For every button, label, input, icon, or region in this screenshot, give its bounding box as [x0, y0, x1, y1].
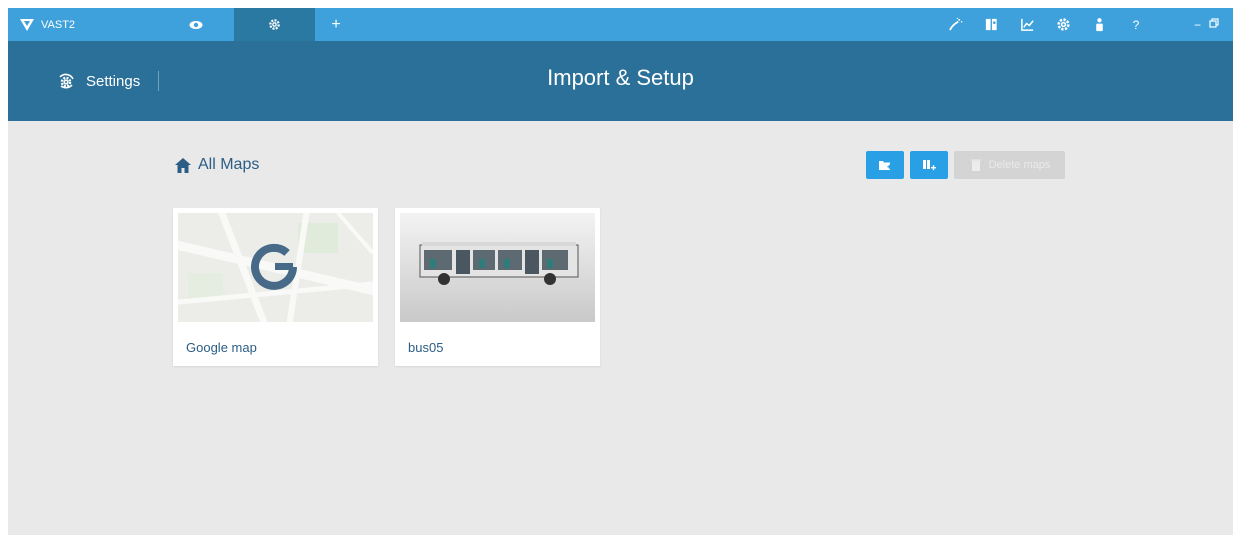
trash-icon	[970, 159, 981, 171]
all-maps-breadcrumb[interactable]: All Maps	[175, 156, 259, 174]
toolbar: ? −	[938, 8, 1233, 41]
map-card-google[interactable]: Google map	[173, 208, 378, 366]
user-button[interactable]	[1082, 8, 1118, 41]
bus05-thumbnail	[400, 213, 595, 322]
gear-icon	[1057, 18, 1071, 31]
page-title: Import & Setup	[547, 65, 694, 90]
add-map-button[interactable]	[910, 151, 948, 179]
add-folder-button[interactable]	[866, 151, 904, 179]
chart-button[interactable]	[1010, 8, 1046, 41]
delete-maps-label: Delete maps	[988, 159, 1051, 171]
help-button[interactable]: ?	[1118, 8, 1154, 41]
restore-icon[interactable]	[1209, 17, 1219, 28]
map-book-button[interactable]	[974, 8, 1010, 41]
map-book-icon	[986, 18, 998, 31]
add-map-icon	[923, 160, 936, 171]
chart-icon	[1021, 18, 1035, 31]
settings-button[interactable]	[1046, 8, 1082, 41]
user-icon	[1096, 18, 1104, 32]
eye-icon	[189, 20, 203, 29]
add-tab-button[interactable]: +	[318, 8, 354, 41]
brand: VAST2	[20, 8, 75, 41]
page-header: Settings Import & Setup	[8, 41, 1233, 121]
delete-maps-button[interactable]: Delete maps	[954, 151, 1065, 179]
tab-live-view[interactable]	[158, 8, 234, 41]
map-card-label: Google map	[186, 340, 257, 355]
top-bar: VAST2 + ? −	[8, 8, 1233, 41]
add-folder-icon	[879, 161, 892, 170]
vast-logo-icon	[20, 18, 34, 31]
map-card-label: bus05	[408, 340, 444, 355]
map-actions: Delete maps	[866, 151, 1065, 179]
app-name: VAST2	[41, 18, 76, 31]
window-controls: −	[1194, 18, 1219, 32]
home-icon	[175, 157, 191, 173]
map-list: Google map bus05	[173, 208, 600, 366]
google-map-thumbnail	[178, 213, 373, 322]
gear-icon	[269, 19, 280, 30]
minimize-button[interactable]: −	[1194, 18, 1201, 32]
all-maps-label: All Maps	[198, 156, 260, 173]
wand-icon	[949, 17, 963, 31]
app-window: VAST2 + ? − Settings Import & Setup All …	[8, 8, 1233, 535]
tab-settings[interactable]	[234, 8, 315, 41]
wand-button[interactable]	[938, 8, 974, 41]
map-card-bus05[interactable]: bus05	[395, 208, 600, 366]
